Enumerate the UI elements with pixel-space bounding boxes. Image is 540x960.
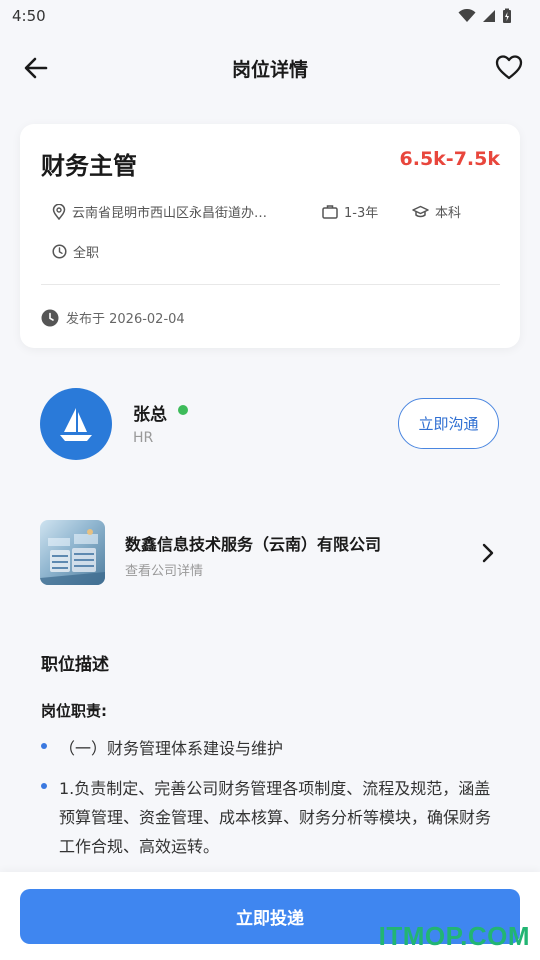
company-detail-link[interactable]: 查看公司详情 [125, 560, 203, 579]
job-location: 云南省昆明市西山区永昌街道办… [52, 202, 267, 221]
job-summary-card: 财务主管 6.5k-7.5k 云南省昆明市西山区永昌街道办… 1-3年 本科 全… [20, 124, 520, 348]
publish-date-text: 发布于 2026-02-04 [66, 312, 185, 327]
recruiter-role: HR [133, 430, 154, 446]
battery-icon [503, 8, 511, 23]
company-name: 数鑫信息技术服务（云南）有限公司 [125, 535, 382, 554]
company-logo [40, 520, 105, 585]
bullet-dot [41, 743, 47, 749]
responsibility-item: 1.负责制定、完善公司财务管理各项制度、流程及规范，涵盖预算管理、资金管理、成本… [59, 779, 492, 856]
company-row[interactable]: 数鑫信息技术服务（云南）有限公司 查看公司详情 [0, 515, 540, 595]
time-filled-icon [41, 309, 59, 326]
location-pin-icon [52, 203, 66, 220]
chat-now-button[interactable]: 立即沟通 [398, 398, 499, 449]
status-icons [458, 8, 512, 24]
job-type-text: 全职 [73, 246, 100, 261]
sailboat-icon [60, 408, 92, 441]
salary-range: 6.5k-7.5k [399, 148, 500, 170]
card-divider [41, 284, 500, 285]
signal-icon [483, 10, 495, 22]
job-location-text: 云南省昆明市西山区永昌街道办… [72, 206, 268, 221]
job-description-title: 职位描述 [41, 655, 109, 675]
heart-icon[interactable] [494, 52, 524, 82]
avatar [40, 388, 112, 460]
page-title: 岗位详情 [231, 58, 308, 81]
briefcase-icon [322, 205, 338, 219]
online-status-dot [178, 405, 188, 415]
status-time: 4:50 [12, 7, 46, 25]
top-app-bar: 岗位详情 [0, 40, 540, 96]
back-arrow-icon[interactable] [22, 54, 50, 82]
job-experience: 1-3年 [322, 202, 378, 221]
job-education: 本科 [412, 202, 461, 221]
responsibility-item: （一）财务管理体系建设与维护 [59, 739, 284, 758]
watermark: ITMOP.COM [378, 921, 530, 951]
clock-icon [52, 244, 67, 259]
recruiter-section: 张总 HR 立即沟通 [0, 380, 540, 480]
status-bar: 4:50 [0, 0, 540, 32]
wifi-icon [458, 9, 476, 22]
bullet-dot [41, 783, 47, 789]
job-title: 财务主管 [41, 152, 137, 180]
job-experience-text: 1-3年 [344, 206, 379, 221]
job-education-text: 本科 [435, 206, 462, 221]
publish-date: 发布于 2026-02-04 [41, 308, 185, 327]
recruiter-name: 张总 [133, 405, 167, 425]
job-type: 全职 [52, 242, 99, 261]
chevron-right-icon[interactable] [480, 543, 496, 563]
job-responsibilities-heading: 岗位职责: [41, 702, 107, 720]
graduation-cap-icon [412, 205, 429, 217]
